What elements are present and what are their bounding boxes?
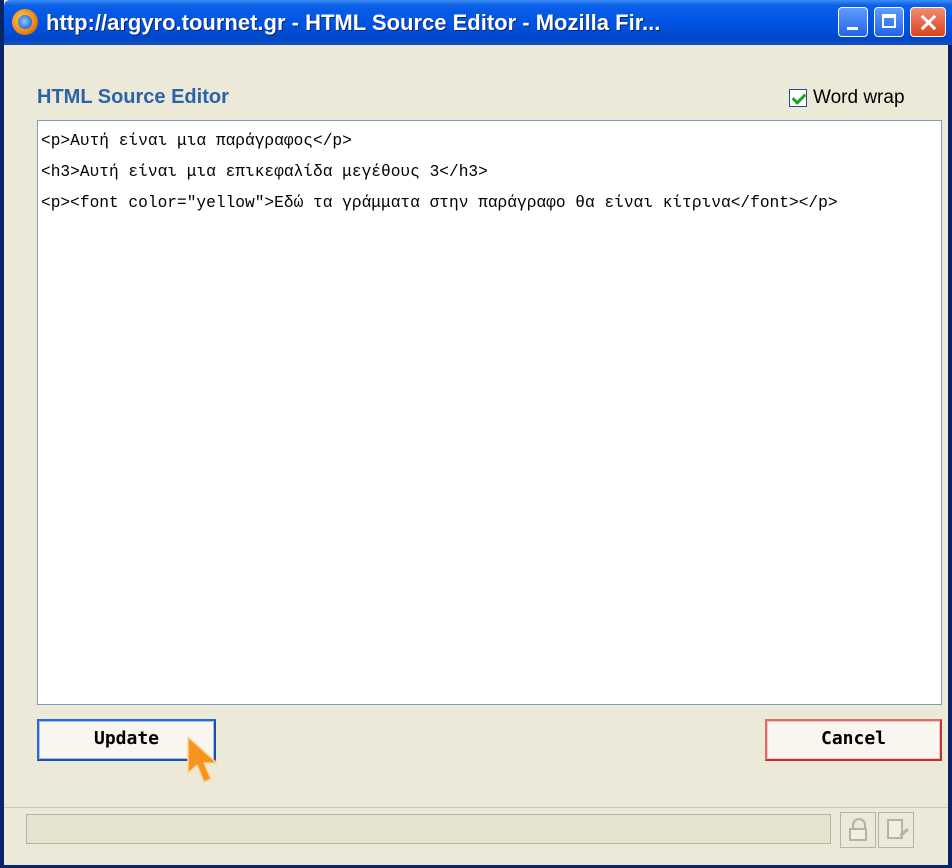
cancel-button[interactable]: Cancel	[765, 719, 942, 761]
status-bar	[4, 807, 948, 865]
close-button[interactable]	[910, 7, 946, 37]
word-wrap-toggle[interactable]: Word wrap	[789, 86, 905, 110]
window-title: http://argyro.tournet.gr - HTML Source E…	[46, 10, 661, 35]
source-textarea[interactable]: <p>Αυτή είναι μια παράγραφος</p> <h3>Αυτ…	[37, 120, 942, 705]
page-icon[interactable]	[878, 812, 914, 848]
minimize-button[interactable]	[838, 7, 868, 37]
status-text-field	[26, 814, 831, 844]
firefox-icon	[12, 9, 38, 35]
maximize-button[interactable]	[874, 7, 904, 37]
lock-icon[interactable]	[840, 812, 876, 848]
popup-window: http://argyro.tournet.gr - HTML Source E…	[0, 0, 952, 868]
editor-heading: HTML Source Editor	[37, 86, 229, 108]
word-wrap-label: Word wrap	[813, 87, 905, 108]
mouse-pointer-icon	[187, 736, 218, 783]
title-bar[interactable]: http://argyro.tournet.gr - HTML Source E…	[4, 0, 952, 45]
word-wrap-checkbox[interactable]	[789, 89, 807, 107]
